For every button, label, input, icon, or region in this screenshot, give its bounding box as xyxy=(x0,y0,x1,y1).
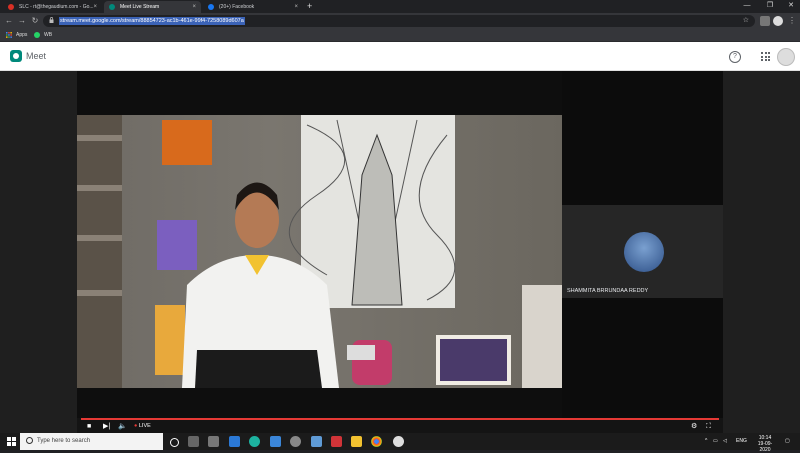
notifications-icon[interactable]: ▢ xyxy=(785,433,790,450)
participant-tile[interactable]: SHAMMITA BRRUNDAA REDDY xyxy=(562,205,723,298)
bookmark-label: Apps xyxy=(16,32,28,38)
tab-facebook[interactable]: (20+) Facebook × xyxy=(203,1,303,13)
address-bar[interactable]: stream.meet.google.com/stream/88854723-a… xyxy=(43,15,755,27)
taskbar-search[interactable]: Type here to search xyxy=(20,433,163,450)
gmail-icon xyxy=(8,4,14,10)
main-video[interactable] xyxy=(77,71,562,418)
minimize-icon[interactable]: — xyxy=(736,0,758,12)
app-title: Meet xyxy=(26,51,47,61)
app-icon-microphone[interactable] xyxy=(208,436,219,447)
stream-stage: SHAMMITA BRRUNDAA REDDY ■ ▶| 🔈 ● LIVE ⚙ … xyxy=(0,71,800,433)
participant-avatar xyxy=(624,232,664,272)
search-placeholder[interactable]: Type here to search xyxy=(37,433,90,450)
video-frame xyxy=(77,115,562,388)
tab-gmail[interactable]: SLC - rt@thegaudium.com - Go... × xyxy=(3,1,102,13)
edge-browser-icon[interactable] xyxy=(249,436,260,447)
progress-bar[interactable] xyxy=(81,418,719,420)
meet-logo-icon xyxy=(10,50,22,62)
video-scene-image xyxy=(77,115,562,388)
reload-icon[interactable]: ↻ xyxy=(29,15,41,27)
tab-title: Meet Live Stream xyxy=(120,4,160,10)
whatsapp-icon xyxy=(34,32,40,38)
language-indicator[interactable]: ENG xyxy=(736,433,747,450)
taskbar-clock[interactable]: 10:14 19-09-2020 xyxy=(754,435,776,453)
meet-icon xyxy=(109,4,115,10)
google-apps-icon[interactable] xyxy=(761,52,770,61)
app-icon-store[interactable] xyxy=(229,436,240,447)
tab-close-icon[interactable]: × xyxy=(93,1,97,13)
chrome-icon[interactable] xyxy=(371,436,382,447)
windows-taskbar: Type here to search ^ ▭ ◁ ENG 10:14 19-0… xyxy=(0,433,800,453)
tab-meet-live-stream[interactable]: Meet Live Stream × xyxy=(104,1,201,13)
app-icon-monitor[interactable] xyxy=(311,436,322,447)
network-icon[interactable]: ▭ xyxy=(713,433,718,450)
help-icon[interactable]: ? xyxy=(729,51,741,63)
file-explorer-icon[interactable] xyxy=(351,436,362,447)
gear-icon[interactable] xyxy=(290,436,301,447)
settings-icon[interactable]: ⚙ xyxy=(691,422,697,431)
bookmark-star-icon[interactable]: ☆ xyxy=(743,15,749,27)
windows-start-icon[interactable] xyxy=(7,437,16,446)
bookmark-wb[interactable]: WB xyxy=(34,29,52,41)
back-icon[interactable]: ← xyxy=(3,15,15,27)
window-close-icon[interactable]: ✕ xyxy=(780,0,800,12)
player-controls: ■ ▶| 🔈 ● LIVE ⚙ ⛶ xyxy=(77,418,723,433)
live-badge: ● LIVE xyxy=(134,422,151,431)
profile-avatar-icon[interactable] xyxy=(773,16,783,26)
new-tab-button[interactable]: + xyxy=(307,0,312,13)
browser-tab-strip: SLC - rt@thegaudium.com - Go... × Meet L… xyxy=(0,0,800,13)
browser-menu-icon[interactable]: ⋮ xyxy=(786,15,798,27)
browser-toolbar: ← → ↻ stream.meet.google.com/stream/8885… xyxy=(0,13,800,29)
apps-grid-icon xyxy=(6,32,12,38)
participants-panel: SHAMMITA BRRUNDAA REDDY xyxy=(562,71,723,418)
search-icon xyxy=(26,437,33,444)
bookmark-label: WB xyxy=(44,32,53,38)
extension-icon[interactable] xyxy=(760,16,770,26)
task-view-icon[interactable] xyxy=(188,436,199,447)
clock-date: 19-09-2020 xyxy=(757,441,773,453)
stop-icon[interactable]: ■ xyxy=(87,422,91,431)
live-label: LIVE xyxy=(138,423,151,429)
tray-chevron-icon[interactable]: ^ xyxy=(705,433,707,450)
bookmarks-bar: Apps WB xyxy=(0,29,800,42)
live-dot: ● xyxy=(134,423,138,429)
bookmark-apps[interactable]: Apps xyxy=(6,29,27,41)
account-avatar[interactable] xyxy=(777,48,795,66)
lock-icon xyxy=(49,17,54,23)
participant-name: SHAMMITA BRRUNDAA REDDY xyxy=(567,288,649,294)
skip-next-icon[interactable]: ▶| xyxy=(103,422,110,431)
forward-icon[interactable]: → xyxy=(16,15,28,27)
cortana-icon[interactable] xyxy=(170,438,179,447)
restore-icon[interactable]: ❐ xyxy=(759,0,781,12)
tab-title: (20+) Facebook xyxy=(219,4,255,10)
volume-icon[interactable]: 🔈 xyxy=(118,422,127,431)
fullscreen-icon[interactable]: ⛶ xyxy=(706,422,711,431)
app-icon-video[interactable] xyxy=(331,436,342,447)
app-icon-round[interactable] xyxy=(393,436,404,447)
url-text[interactable]: stream.meet.google.com/stream/88854723-a… xyxy=(59,17,245,25)
tab-close-icon[interactable]: × xyxy=(192,1,196,13)
facebook-icon xyxy=(208,4,214,10)
speaker-icon[interactable]: ◁ xyxy=(723,433,727,450)
meet-header: Meet ? xyxy=(0,42,800,71)
tab-title: SLC - rt@thegaudium.com - Go... xyxy=(19,4,94,10)
tab-close-icon[interactable]: × xyxy=(294,1,298,13)
mail-icon[interactable] xyxy=(270,436,281,447)
